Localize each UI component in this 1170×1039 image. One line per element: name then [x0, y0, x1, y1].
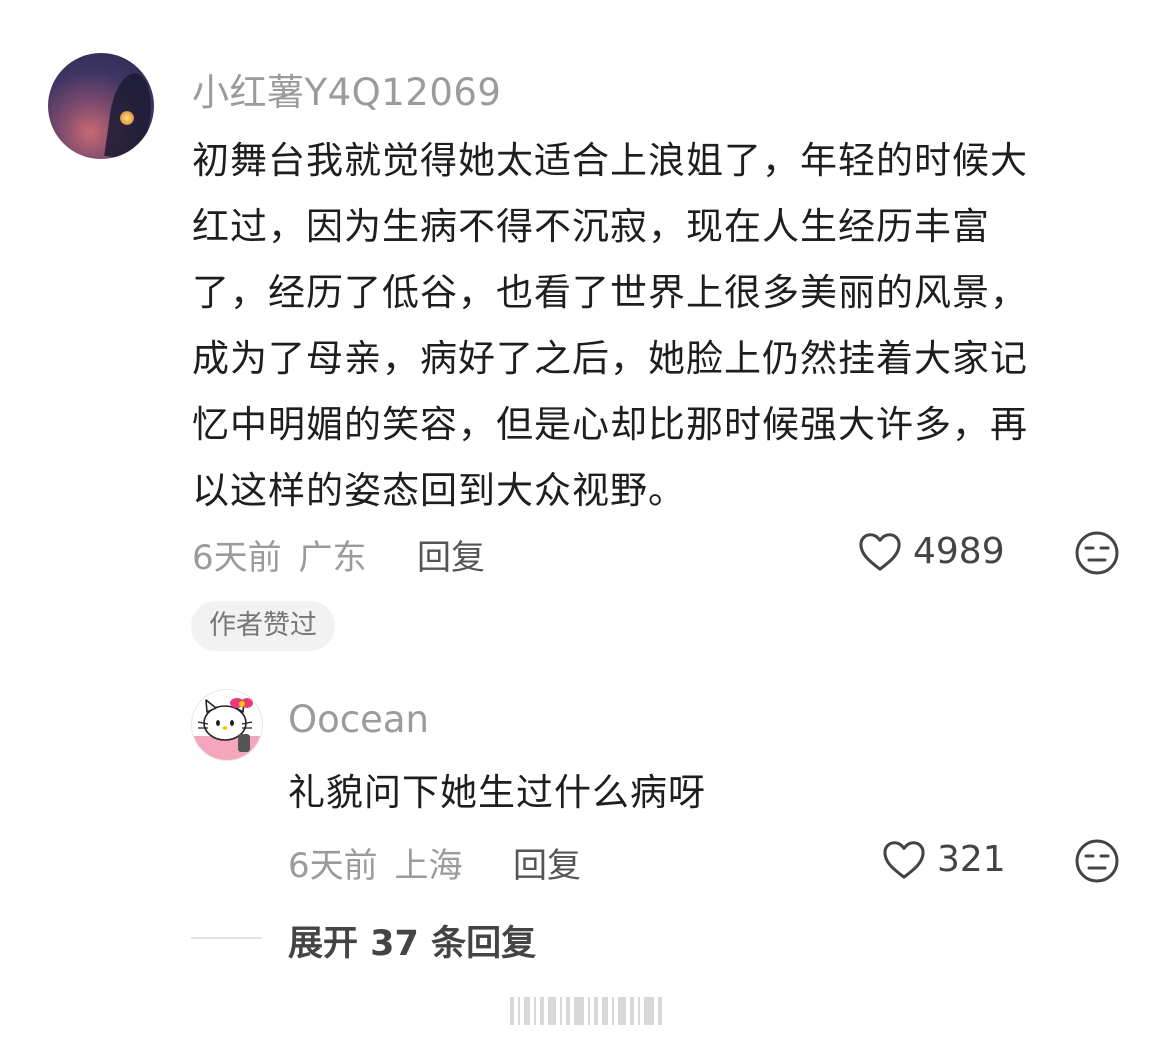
reply-location: 上海 [394, 846, 463, 886]
comment-username[interactable]: 小红薯Y4Q12069 [192, 62, 501, 116]
reply-button[interactable]: 回复 [417, 530, 485, 579]
avatar-light [120, 111, 134, 125]
reply-time: 6天前 [288, 846, 378, 886]
reply-like-count: 321 [937, 838, 1006, 880]
comment-line: 以这样的姿态回到大众视野。 [192, 469, 686, 512]
hello-kitty-avatar-icon [192, 698, 262, 760]
comment-line: 红过，因为生病不得不沉寂，现在人生经历丰富 [192, 205, 990, 248]
reply-meta: 6天前 上海 [288, 838, 462, 887]
heart-icon [859, 533, 901, 571]
comment-time: 6天前 [192, 538, 282, 578]
divider [191, 937, 262, 939]
reply-like-button[interactable]: 321 [881, 838, 1006, 880]
comment-line: 忆中明媚的笑容，但是心却比那时候强大许多，再 [192, 403, 1028, 446]
unimpressed-face-icon[interactable] [1074, 838, 1120, 884]
comment-line: 初舞台我就觉得她太适合上浪姐了，年轻的时候大 [192, 139, 1028, 182]
like-count: 4989 [913, 530, 1005, 572]
reply-avatar[interactable] [191, 689, 263, 761]
comment-line: 了，经历了低谷，也看了世界上很多美丽的风景， [192, 271, 1028, 314]
reply-username[interactable]: Oocean [288, 698, 429, 741]
unimpressed-face-icon[interactable] [1074, 530, 1120, 576]
comment-line: 成为了母亲，病好了之后，她脸上仍然挂着大家记 [192, 337, 1028, 380]
expand-replies-button[interactable]: 展开 37 条回复 [288, 915, 536, 966]
avatar[interactable] [48, 53, 154, 159]
author-liked-badge: 作者赞过 [191, 601, 335, 651]
reply-text: 礼貌问下她生过什么病呀 [288, 771, 706, 814]
reply-reply-button[interactable]: 回复 [513, 838, 581, 887]
comment-text: 初舞台我就觉得她太适合上浪姐了，年轻的时候大 红过，因为生病不得不沉寂，现在人生… [192, 128, 1122, 524]
watermark-icon [510, 997, 662, 1025]
comment-meta: 6天前 广东 [192, 530, 366, 579]
like-button[interactable]: 4989 [857, 530, 1005, 572]
heart-icon [883, 841, 925, 879]
comment-location: 广东 [298, 538, 367, 578]
